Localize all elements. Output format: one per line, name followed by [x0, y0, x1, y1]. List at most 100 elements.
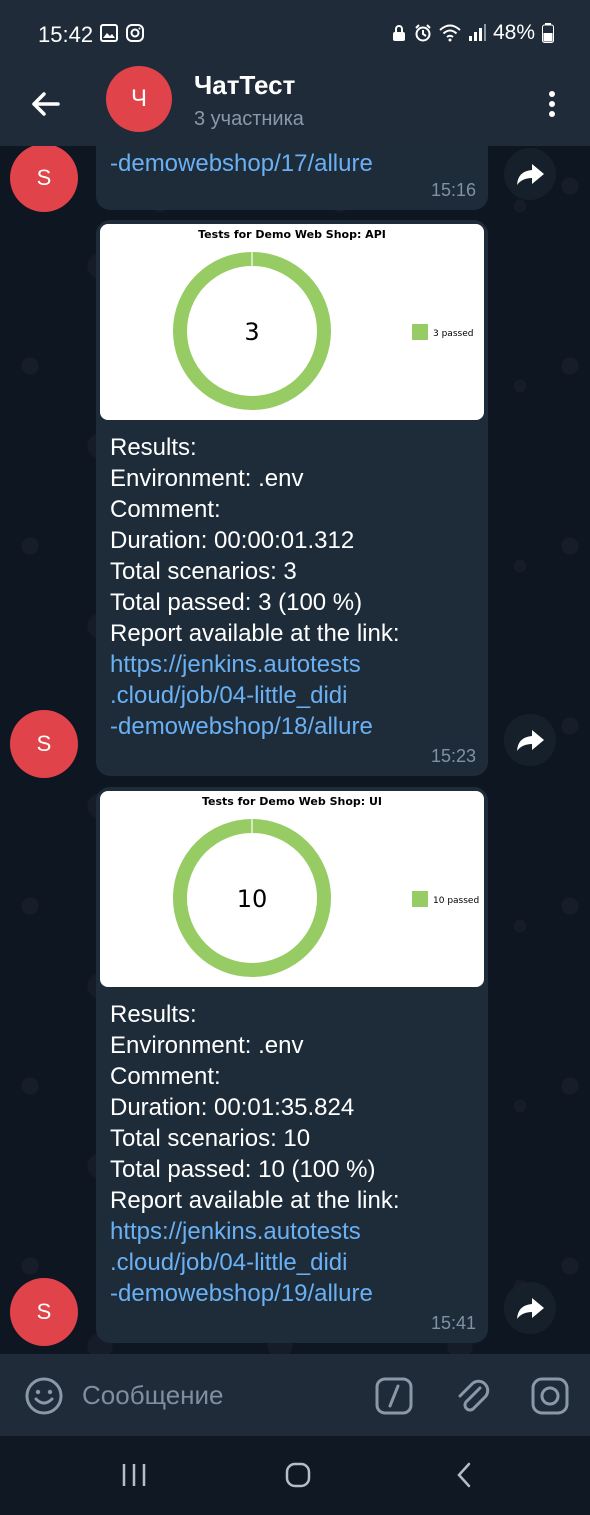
- line-value: .env: [251, 1032, 304, 1059]
- emoji-icon[interactable]: [24, 1376, 64, 1416]
- allure-chart[interactable]: 3 passed 3 Tests for Demo Web Shop: API: [100, 224, 484, 420]
- line-label: Total passed:: [110, 1156, 252, 1183]
- forward-icon[interactable]: [504, 148, 556, 200]
- line-label: Duration:: [110, 527, 208, 554]
- report-link-line[interactable]: https://jenkins.autotests: [110, 649, 400, 680]
- status-time: 15:42: [38, 22, 94, 47]
- report-link-line[interactable]: .cloud/job/04-little_didi: [110, 1247, 400, 1278]
- forward-icon[interactable]: [504, 714, 556, 766]
- message-text: Results: Environment: .env Comment: Dura…: [110, 999, 400, 1309]
- line-label: Total scenarios:: [110, 1125, 277, 1152]
- line-label: Environment:: [110, 465, 252, 492]
- report-link-line[interactable]: https://jenkins.autotests: [110, 1216, 400, 1247]
- message-bubble[interactable]: 10 passed 10 Tests for Demo Web Shop: UI …: [96, 787, 488, 1343]
- line-value: 00:00:01.312: [207, 527, 355, 554]
- report-link[interactable]: -demowebshop/17/allure: [110, 150, 373, 177]
- text-line: Total passed: 10 (100 %): [110, 1154, 400, 1185]
- legend-swatch: [412, 891, 428, 907]
- line-label: Report available at the link:: [110, 620, 400, 647]
- message-bubble[interactable]: -demowebshop/17/allure 15:16: [96, 146, 488, 210]
- sender-avatar[interactable]: S: [10, 710, 78, 778]
- chat-avatar-letter: Ч: [131, 85, 147, 112]
- text-line: Total scenarios: 3: [110, 556, 400, 587]
- status-bar: 15:42 48%: [0, 0, 590, 66]
- camera-icon[interactable]: [530, 1376, 570, 1416]
- more-menu-icon[interactable]: [540, 82, 564, 126]
- text-line: Results:: [110, 432, 400, 463]
- sender-avatar[interactable]: S: [10, 146, 78, 212]
- forward-icon[interactable]: [504, 1282, 556, 1334]
- back-arrow-icon[interactable]: [24, 82, 68, 126]
- chat-title[interactable]: ЧатТест: [194, 70, 295, 101]
- system-nav-bar: [0, 1436, 590, 1515]
- allure-chart[interactable]: 10 passed 10 Tests for Demo Web Shop: UI: [100, 791, 484, 987]
- donut-chart: 3 passed 3: [173, 252, 473, 410]
- line-label: Comment:: [110, 496, 221, 523]
- text-line: Duration: 00:01:35.824: [110, 1092, 400, 1123]
- text-line: Comment:: [110, 494, 400, 525]
- legend-label: 10 passed: [433, 896, 479, 906]
- text-line: Results:: [110, 999, 400, 1030]
- chat-avatar[interactable]: Ч: [106, 66, 172, 132]
- chat-header: Ч ЧатТест 3 участника: [0, 66, 590, 146]
- wifi-icon: [439, 24, 461, 42]
- line-value: .env: [251, 465, 304, 492]
- line-label: Total passed:: [110, 589, 252, 616]
- text-line: Total passed: 3 (100 %): [110, 587, 400, 618]
- sender-avatar-letter: S: [36, 731, 52, 756]
- image-icon: [100, 24, 118, 42]
- sender-avatar-letter: S: [36, 165, 52, 190]
- sender-avatar[interactable]: S: [10, 1278, 78, 1346]
- line-value: 3: [276, 558, 297, 585]
- chart-title: Tests for Demo Web Shop: UI: [201, 795, 383, 808]
- recent-apps-icon[interactable]: [120, 1462, 148, 1488]
- text-line: Environment: .env: [110, 1030, 400, 1061]
- text-line: Environment: .env: [110, 463, 400, 494]
- bot-command-icon[interactable]: [374, 1376, 414, 1416]
- text-line: Duration: 00:00:01.312: [110, 525, 400, 556]
- line-label: Report available at the link:: [110, 1187, 400, 1214]
- nav-back-icon[interactable]: [452, 1461, 476, 1489]
- line-label: Comment:: [110, 1063, 221, 1090]
- report-link-line[interactable]: -demowebshop/18/allure: [110, 711, 400, 742]
- attach-icon[interactable]: [452, 1374, 492, 1418]
- home-icon[interactable]: [284, 1461, 312, 1489]
- line-label: Duration:: [110, 1094, 208, 1121]
- sender-avatar-letter: S: [36, 1299, 52, 1324]
- text-line: Comment:: [110, 1061, 400, 1092]
- line-value: 00:01:35.824: [207, 1094, 355, 1121]
- alarm-icon: [415, 24, 431, 42]
- signal-icon: [468, 24, 486, 41]
- line-value: 10 (100 %): [251, 1156, 376, 1183]
- text-line: Report available at the link:: [110, 1185, 400, 1216]
- line-label: Environment:: [110, 1032, 252, 1059]
- center-label: 10: [237, 885, 268, 913]
- line-label: Results:: [110, 434, 197, 461]
- line-label: Total scenarios:: [110, 558, 277, 585]
- message-time: 15:41: [430, 1313, 476, 1333]
- legend-label: 3 passed: [433, 329, 473, 339]
- text-line: Total scenarios: 10: [110, 1123, 400, 1154]
- donut-chart: 10 passed 10: [173, 819, 479, 977]
- lock-icon: [392, 25, 405, 41]
- line-value: 3 (100 %): [251, 589, 363, 616]
- center-label: 3: [244, 318, 259, 346]
- battery-percent: 48%: [492, 21, 535, 44]
- legend-swatch: [412, 324, 428, 340]
- line-value: 10: [276, 1125, 311, 1152]
- report-link-line[interactable]: .cloud/job/04-little_didi: [110, 680, 400, 711]
- message-text: Results: Environment: .env Comment: Dura…: [110, 432, 400, 742]
- text-line: Report available at the link:: [110, 618, 400, 649]
- line-label: Results:: [110, 1001, 197, 1028]
- battery-icon: [542, 23, 554, 43]
- chat-member-count: 3 участника: [194, 108, 304, 130]
- chart-title: Tests for Demo Web Shop: API: [198, 228, 386, 241]
- report-link-line[interactable]: -demowebshop/19/allure: [110, 1278, 400, 1309]
- message-input[interactable]: Сообщение: [82, 1380, 224, 1411]
- message-list[interactable]: S -demowebshop/17/allure 15:16 S 3 passe…: [0, 146, 590, 1354]
- message-bubble[interactable]: 3 passed 3 Tests for Demo Web Shop: API R…: [96, 220, 488, 776]
- instagram-icon: [126, 24, 144, 42]
- message-composer: Сообщение: [0, 1354, 590, 1436]
- message-time: 15:23: [430, 746, 476, 766]
- message-time: 15:16: [430, 180, 476, 200]
